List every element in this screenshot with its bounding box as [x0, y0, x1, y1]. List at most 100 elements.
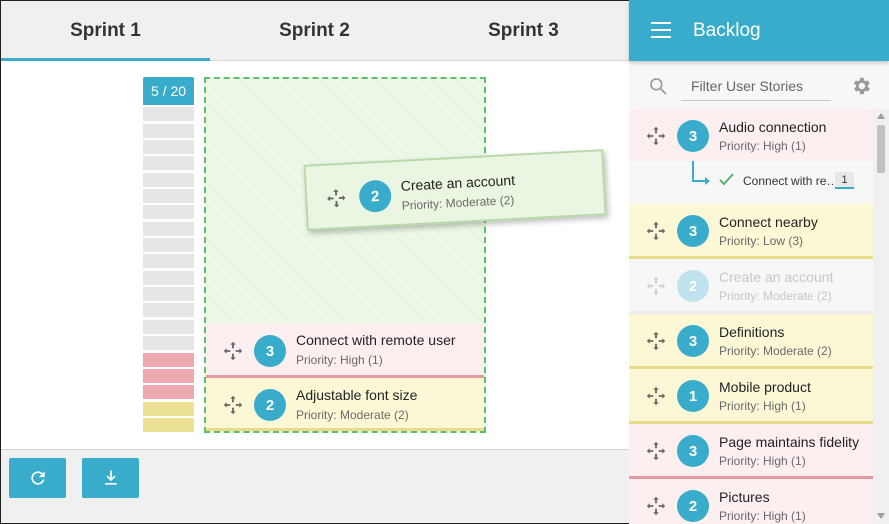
story-priority: Priority: High (1): [719, 454, 806, 468]
capacity-cell: [143, 205, 194, 220]
tab-sprint-1[interactable]: Sprint 1: [1, 1, 210, 62]
move-icon[interactable]: [222, 340, 244, 362]
tab-label: Sprint 2: [279, 20, 350, 41]
backlog-item[interactable]: 3 Connect nearby Priority: Low (3): [629, 204, 873, 259]
download-icon: [104, 470, 117, 485]
tab-label: Sprint 1: [70, 20, 141, 41]
backlog-item[interactable]: 3 Definitions Priority: Moderate (2): [629, 314, 873, 369]
subtask-label: Connect with re…: [743, 174, 839, 188]
story-priority: Priority: High (1): [719, 509, 806, 523]
story-points-badge: 3: [677, 120, 709, 152]
story-title: Connect with remote user: [296, 332, 456, 348]
capacity-cell: [143, 156, 194, 171]
story-points-badge: 3: [677, 325, 709, 357]
tab-sprint-3[interactable]: Sprint 3: [419, 1, 628, 61]
capacity-cells: [143, 107, 194, 432]
story-card[interactable]: 3 Connect with remote user Priority: Hig…: [206, 323, 484, 378]
move-icon[interactable]: [645, 330, 667, 352]
move-icon[interactable]: [645, 440, 667, 462]
capacity-cell: [143, 385, 194, 400]
story-points-badge: 2: [677, 270, 709, 302]
capacity-cell: [143, 107, 194, 122]
move-icon[interactable]: [645, 220, 667, 242]
story-title: Create an account: [400, 171, 516, 194]
story-title: Adjustable font size: [296, 387, 418, 403]
capacity-cell: [143, 221, 194, 236]
story-points-badge: 3: [254, 335, 286, 367]
story-points-badge: 2: [254, 389, 286, 421]
scroll-thumb[interactable]: [877, 125, 885, 173]
refresh-icon: [30, 471, 45, 485]
backlog-header: Backlog: [629, 0, 889, 61]
story-priority: Priority: Moderate (2): [296, 408, 409, 422]
capacity-cell: [143, 270, 194, 285]
sprint-board: 5 / 20 3 Connect with remote user Priori…: [1, 61, 629, 449]
refresh-button[interactable]: [9, 458, 66, 498]
scroll-down-icon[interactable]: [877, 513, 885, 519]
capacity-cell: [143, 123, 194, 138]
story-points-badge: 1: [677, 380, 709, 412]
backlog-panel: Backlog 3 Audio connection Priority: Hig…: [629, 0, 889, 524]
backlog-item[interactable]: 2 Pictures Priority: High (1): [629, 479, 873, 524]
move-icon[interactable]: [645, 125, 667, 147]
backlog-item[interactable]: 1 Mobile product Priority: High (1): [629, 369, 873, 424]
sprint-drop-zone[interactable]: 3 Connect with remote user Priority: Hig…: [204, 77, 486, 433]
move-icon[interactable]: [222, 394, 244, 416]
capacity-meter: 5 / 20: [143, 77, 194, 432]
story-priority: Priority: Moderate (2): [401, 192, 515, 213]
story-priority: Priority: High (1): [719, 399, 806, 413]
capacity-cell: [143, 303, 194, 318]
filter-row: [629, 62, 889, 109]
sprint-footer: [1, 449, 629, 523]
backlog-item[interactable]: 3 Page maintains fidelity Priority: High…: [629, 424, 873, 479]
capacity-cell: [143, 254, 194, 269]
capacity-cell: [143, 336, 194, 351]
capacity-cell: [143, 238, 194, 253]
move-icon: [646, 276, 666, 296]
capacity-cell: [143, 417, 194, 432]
capacity-cell: [143, 172, 194, 187]
capacity-cell: [143, 352, 194, 367]
subtask-count: 1: [835, 172, 854, 189]
backlog-title: Backlog: [693, 20, 761, 41]
capacity-cell: [143, 319, 194, 334]
story-title: Audio connection: [719, 119, 827, 135]
move-icon[interactable]: [645, 385, 667, 407]
capacity-cell: [143, 287, 194, 302]
move-icon[interactable]: [645, 495, 667, 517]
check-icon: [719, 173, 734, 186]
backlog-list: 3 Audio connection Priority: High (1) Co…: [629, 109, 873, 524]
backlog-item[interactable]: 3 Audio connection Priority: High (1): [629, 109, 873, 164]
story-points-badge: 3: [677, 215, 709, 247]
story-title: Create an account: [719, 269, 834, 285]
backlog-scrollbar[interactable]: [873, 109, 889, 524]
capacity-cell: [143, 368, 194, 383]
capacity-cell: [143, 140, 194, 155]
tab-label: Sprint 3: [488, 20, 559, 41]
menu-icon[interactable]: [651, 22, 671, 38]
download-button[interactable]: [82, 458, 139, 498]
app-window: Sprint 1 Sprint 2 Sprint 3 5 / 20 3 Conn…: [0, 0, 889, 524]
link-arrow-icon: [692, 161, 710, 185]
move-icon[interactable]: [325, 187, 348, 210]
story-points-badge: 2: [358, 179, 393, 213]
filter-input[interactable]: [681, 71, 831, 101]
linked-subtask[interactable]: Connect with re… 1: [629, 161, 873, 202]
capacity-cell: [143, 189, 194, 204]
story-title: Page maintains fidelity: [719, 434, 860, 450]
backlog-item-placeholder: 2 Create an account Priority: Moderate (…: [629, 259, 873, 314]
story-priority: Priority: High (1): [719, 139, 806, 153]
gear-icon[interactable]: [850, 75, 872, 97]
capacity-cell: [143, 401, 194, 416]
story-title: Pictures: [719, 489, 770, 505]
story-title: Mobile product: [719, 379, 811, 395]
search-icon: [650, 78, 667, 95]
story-title: Definitions: [719, 324, 785, 340]
capacity-badge: 5 / 20: [143, 77, 194, 105]
story-card[interactable]: 2 Adjustable font size Priority: Moderat…: [206, 378, 484, 431]
story-priority: Priority: Moderate (2): [719, 344, 832, 358]
scroll-up-icon[interactable]: [877, 113, 885, 119]
story-points-badge: 2: [677, 490, 709, 522]
tab-sprint-2[interactable]: Sprint 2: [210, 1, 419, 61]
story-title: Connect nearby: [719, 214, 818, 230]
